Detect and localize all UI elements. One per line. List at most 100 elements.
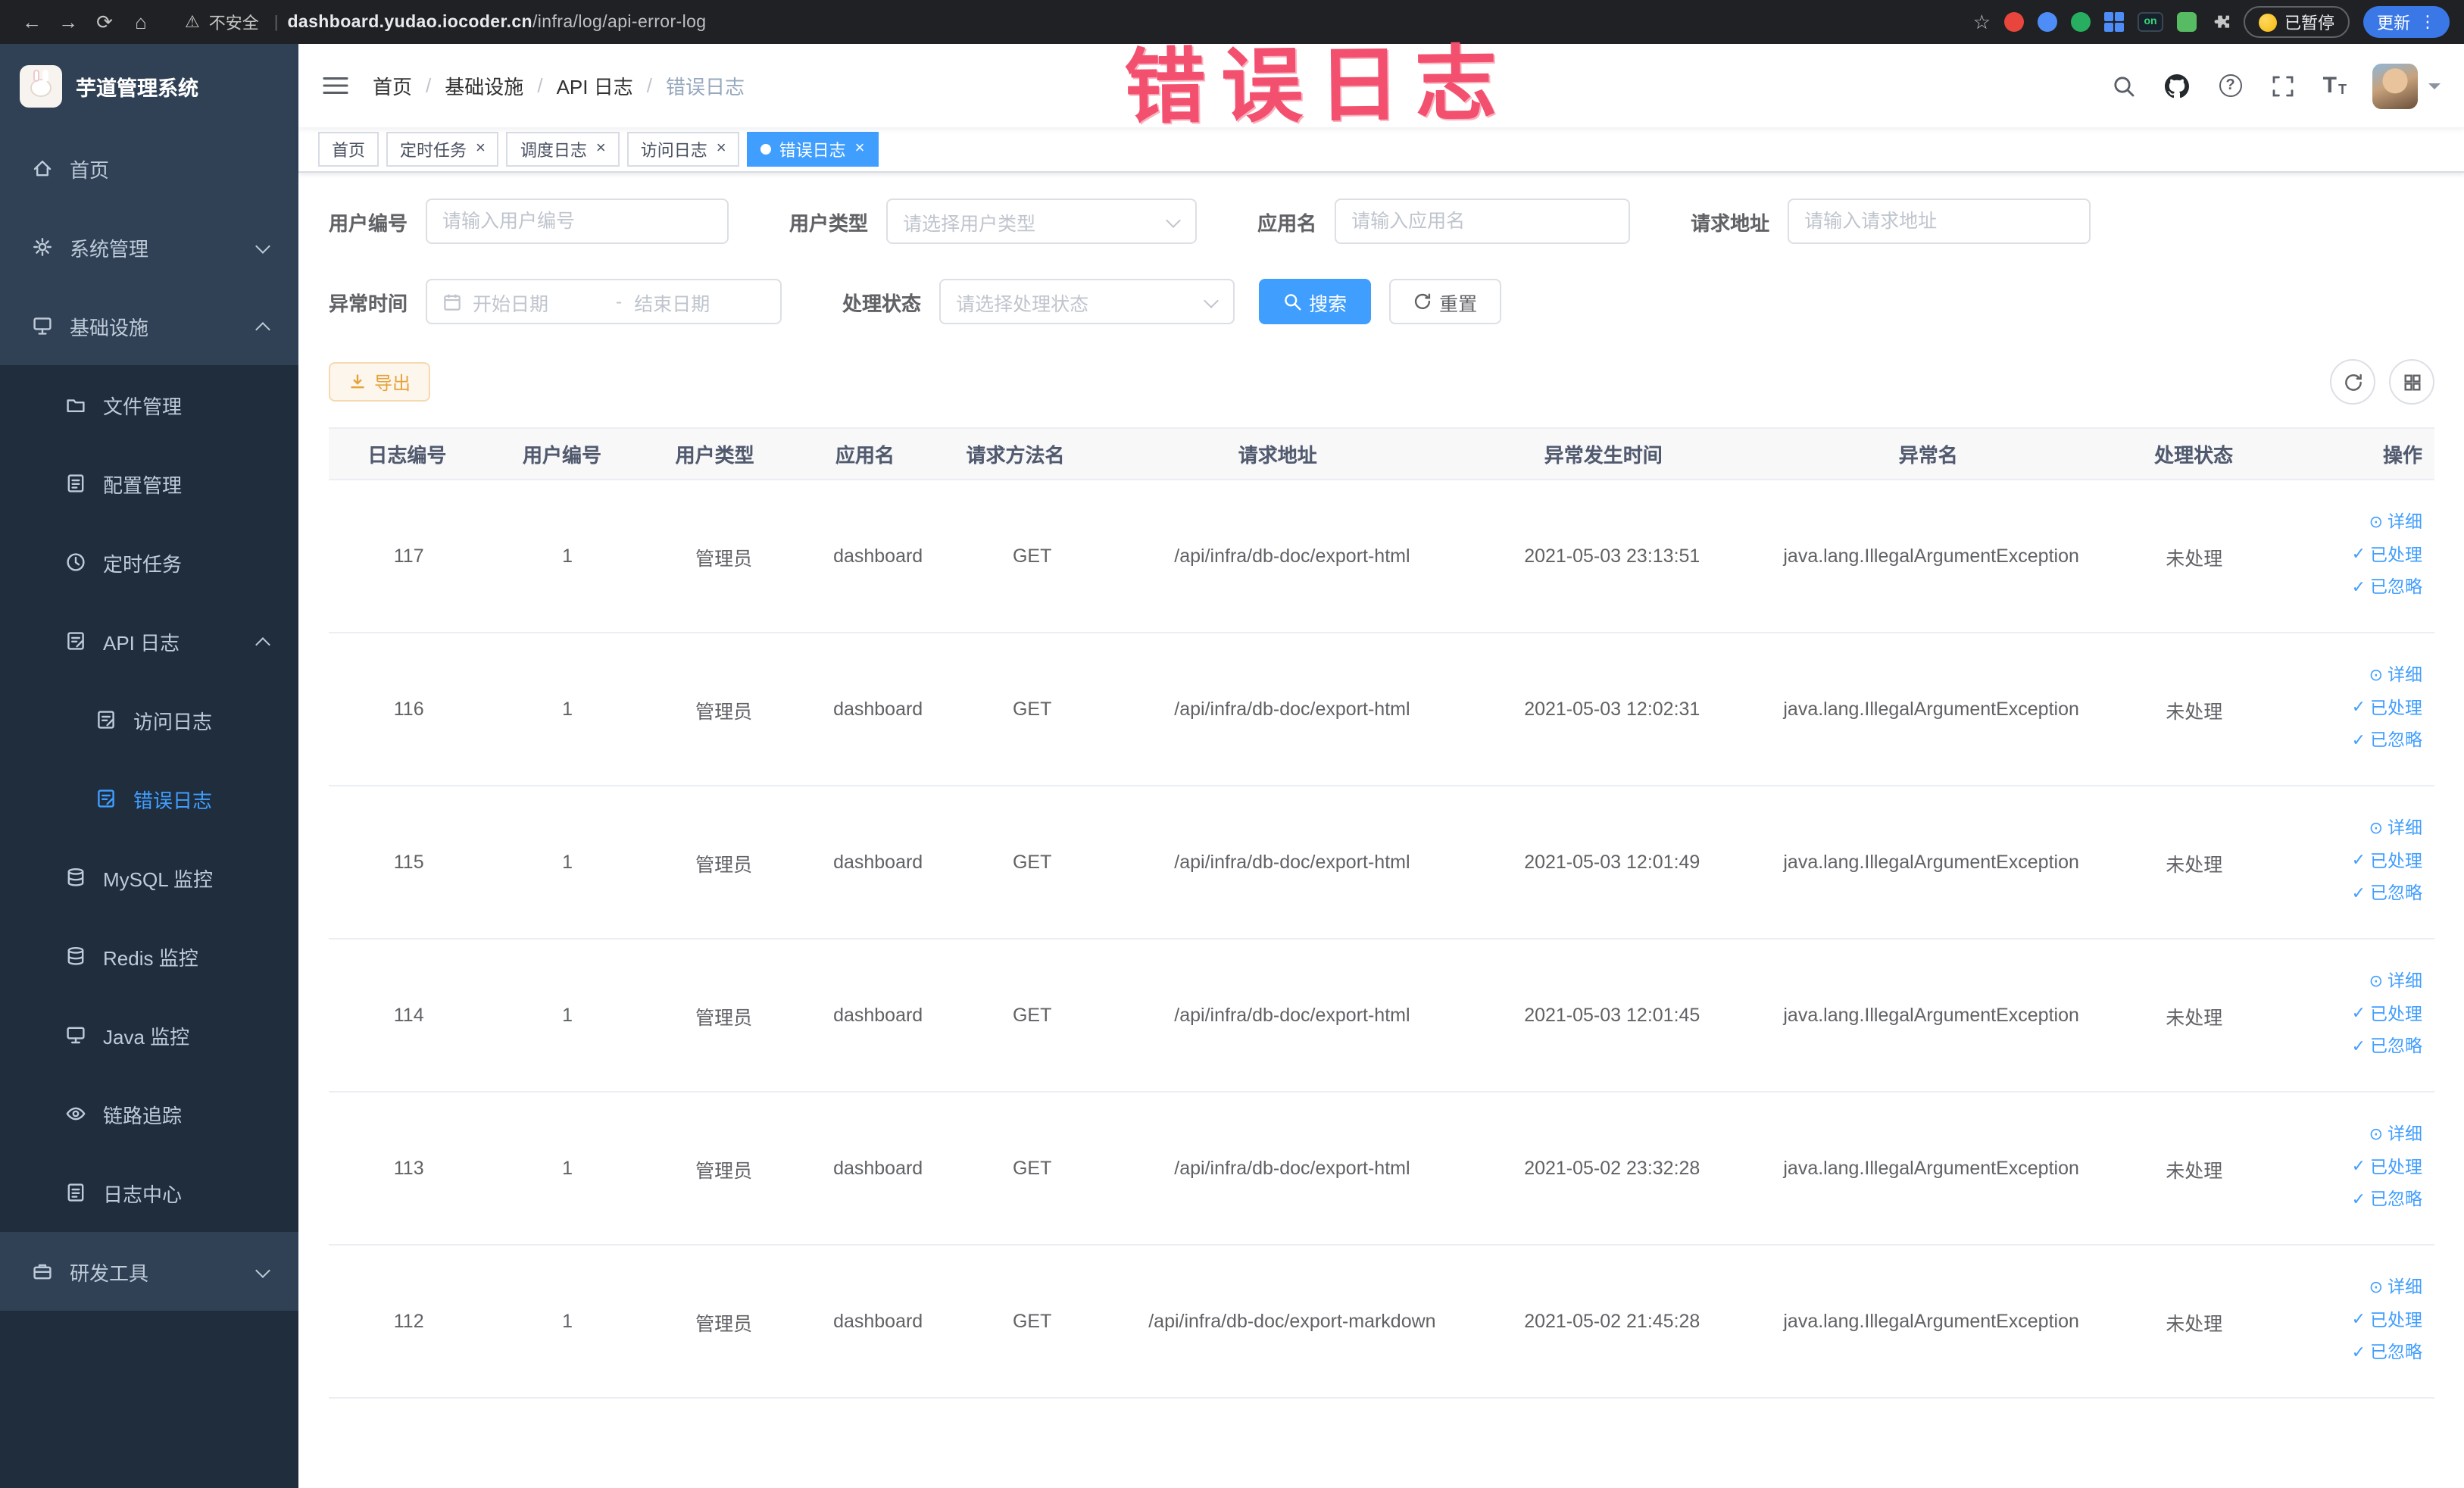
sidebar-item-label: 首页 (70, 158, 110, 181)
extension-icon-green[interactable] (2071, 12, 2091, 32)
url-bar[interactable]: dashboard.yudao.iocoder.cn/infra/log/api… (287, 13, 706, 31)
detail-link[interactable]: ⊙ 详细 (2369, 1275, 2422, 1303)
detail-link[interactable]: ⊙ 详细 (2369, 969, 2422, 997)
chevron-down-icon (1206, 295, 1218, 308)
home-icon[interactable]: ⌂ (124, 5, 158, 39)
tab-label: 首页 (332, 142, 365, 160)
tab-error-log[interactable]: 错误日志 × (747, 132, 879, 167)
reset-button[interactable]: 重置 (1389, 279, 1502, 324)
breadcrumb-infrastructure[interactable]: 基础设施 (445, 71, 523, 100)
mark-processed-link[interactable]: ✓ 已处理 (2352, 1308, 2422, 1336)
date-range-picker[interactable]: 开始日期 - 结束日期 (426, 279, 782, 324)
filter-row-2: 异常时间 开始日期 - 结束日期 处理状态 请选择处理状态 搜索 重置 (329, 279, 2434, 324)
app-name-input[interactable] (1351, 211, 1614, 232)
tab-access-log[interactable]: 访问日志 × (626, 132, 740, 167)
browser-menu-icon[interactable]: ⋮ (2419, 12, 2436, 32)
extension-icon-leaf[interactable] (2177, 12, 2197, 32)
sidebar-item-label: 文件管理 (103, 395, 183, 417)
col-header-user-id: 用户编号 (523, 444, 602, 467)
sidebar-item-infrastructure[interactable]: 基础设施 (0, 286, 298, 365)
app-logo[interactable]: 芋道管理系统 (0, 44, 298, 129)
mark-ignored-link[interactable]: ✓ 已忽略 (2352, 1186, 2422, 1214)
avatar[interactable] (2372, 63, 2418, 108)
check-icon: ✓ (2351, 1190, 2366, 1209)
sidebar-item-api-logs[interactable]: API 日志 (0, 602, 298, 680)
breadcrumb-home[interactable]: 首页 (373, 71, 412, 100)
sidebar-item-java-monitor[interactable]: Java 监控 (0, 996, 298, 1074)
mark-ignored-link[interactable]: ✓ 已忽略 (2352, 880, 2422, 908)
sidebar-item-access-log[interactable]: 访问日志 (0, 680, 298, 759)
sidebar-item-redis-monitor[interactable]: Redis 监控 (0, 917, 298, 996)
github-icon[interactable] (2164, 72, 2191, 99)
process-status-placeholder: 请选择处理状态 (956, 293, 1089, 314)
tab-schedule-log[interactable]: 调度日志 × (506, 132, 620, 167)
search-button[interactable]: 搜索 (1259, 279, 1372, 324)
mark-ignored-link[interactable]: ✓ 已忽略 (2352, 1033, 2422, 1061)
mark-ignored-link[interactable]: ✓ 已忽略 (2352, 1340, 2422, 1368)
detail-link[interactable]: ⊙ 详细 (2369, 663, 2422, 691)
mark-processed-link[interactable]: ✓ 已处理 (2352, 696, 2422, 724)
forward-icon[interactable]: → (52, 5, 85, 39)
update-button[interactable]: 更新 ⋮ (2363, 6, 2450, 38)
reload-icon[interactable]: ⟳ (88, 5, 121, 39)
user-id-input[interactable] (442, 211, 713, 232)
mark-processed-link[interactable]: ✓ 已处理 (2352, 1155, 2422, 1183)
processed-link-label: 已处理 (2370, 1005, 2423, 1024)
user-type-placeholder: 请选择用户类型 (903, 213, 1036, 234)
cell-exception-time: 2021-05-03 12:02:31 (1524, 699, 1700, 720)
mark-processed-link[interactable]: ✓ 已处理 (2352, 1002, 2422, 1030)
sidebar-item-dev-tools[interactable]: 研发工具 (0, 1232, 298, 1311)
request-url-input[interactable] (1804, 211, 2075, 232)
tab-home[interactable]: 首页 (318, 132, 379, 167)
user-type-select[interactable]: 请选择用户类型 (886, 199, 1198, 244)
cell-exception-name: java.lang.IllegalArgumentException (1783, 852, 2079, 873)
sidebar-item-trace[interactable]: 链路追踪 (0, 1074, 298, 1153)
process-status-select[interactable]: 请选择处理状态 (939, 279, 1235, 324)
sidebar-item-log-center[interactable]: 日志中心 (0, 1153, 298, 1232)
mark-ignored-link[interactable]: ✓ 已忽略 (2352, 574, 2422, 602)
refresh-table-button[interactable] (2330, 359, 2375, 405)
paused-button[interactable]: 已暂停 (2244, 6, 2350, 38)
back-icon[interactable]: ← (15, 5, 48, 39)
close-icon[interactable]: × (855, 140, 865, 158)
sidebar-item-error-log[interactable]: 错误日志 (0, 759, 298, 838)
app-title: 芋道管理系统 (76, 77, 198, 100)
user-menu[interactable] (2372, 63, 2441, 108)
site-security[interactable]: ⚠ 不安全 | (185, 10, 284, 34)
detail-link[interactable]: ⊙ 详细 (2369, 510, 2422, 538)
sidebar-item-home[interactable]: 首页 (0, 129, 298, 208)
tab-label: 错误日志 (779, 142, 846, 160)
mark-processed-link[interactable]: ✓ 已处理 (2352, 849, 2422, 877)
extension-icon-red[interactable] (2004, 12, 2024, 32)
close-icon[interactable]: × (596, 140, 606, 158)
export-button[interactable]: 导出 (329, 362, 431, 402)
monitor-icon (33, 317, 52, 335)
sidebar-item-mysql-monitor[interactable]: MySQL 监控 (0, 838, 298, 917)
column-settings-button[interactable] (2389, 359, 2434, 405)
fullscreen-icon[interactable] (2270, 72, 2297, 99)
extensions-puzzle-icon[interactable] (2210, 12, 2230, 32)
extension-icon-grid[interactable] (2104, 12, 2124, 32)
detail-link[interactable]: ⊙ 详细 (2369, 816, 2422, 844)
close-icon[interactable]: × (476, 140, 486, 158)
extension-icon-blue[interactable] (2038, 12, 2057, 32)
search-icon[interactable] (2111, 72, 2138, 99)
detail-link[interactable]: ⊙ 详细 (2369, 1122, 2422, 1150)
extension-icon-on-badge[interactable]: on (2138, 12, 2163, 32)
cell-request-url: /api/infra/db-doc/export-html (1174, 1158, 1410, 1179)
sidebar-item-system[interactable]: 系统管理 (0, 208, 298, 286)
mark-ignored-link[interactable]: ✓ 已忽略 (2352, 727, 2422, 755)
database-icon (67, 868, 84, 886)
font-size-icon[interactable]: TT (2323, 74, 2347, 97)
close-icon[interactable]: × (717, 140, 726, 158)
tab-scheduled-tasks[interactable]: 定时任务 × (386, 132, 499, 167)
sidebar-toggle-icon[interactable] (298, 74, 373, 97)
sidebar-item-config-management[interactable]: 配置管理 (0, 444, 298, 523)
sidebar-item-file-management[interactable]: 文件管理 (0, 365, 298, 444)
bookmark-star-icon[interactable]: ☆ (1973, 10, 1991, 34)
breadcrumb-api-logs[interactable]: API 日志 (557, 71, 633, 100)
help-icon[interactable]: ? (2217, 72, 2244, 99)
sidebar-item-scheduled-tasks[interactable]: 定时任务 (0, 523, 298, 602)
ignored-link-label: 已忽略 (2370, 1344, 2423, 1363)
mark-processed-link[interactable]: ✓ 已处理 (2352, 542, 2422, 571)
